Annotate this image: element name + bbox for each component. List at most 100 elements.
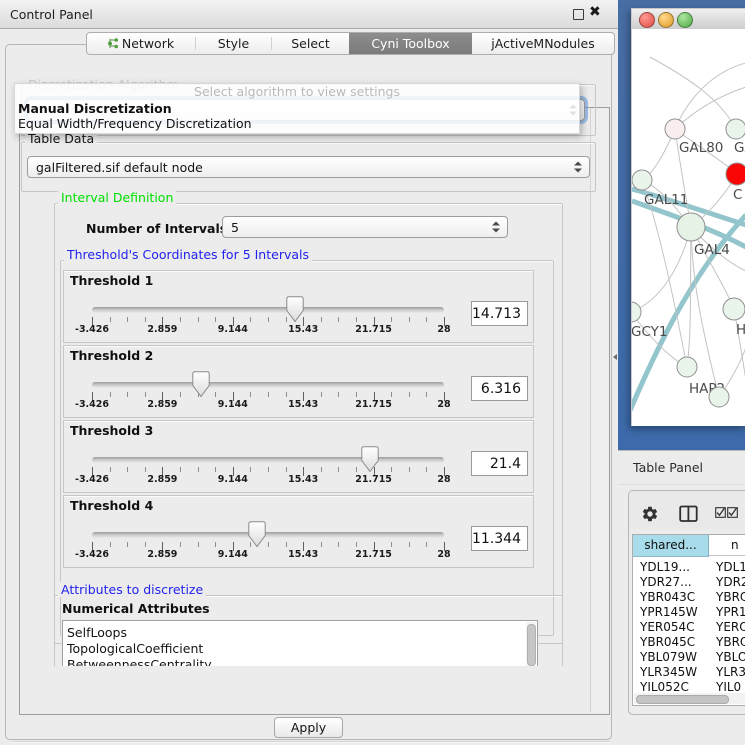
spinner-arrows-icon[interactable] (492, 221, 500, 234)
table-cell: YDL19... (640, 560, 690, 575)
threshold-panel: Threshold 4-3.4262.8599.14415.4321.71528… (63, 495, 534, 568)
table-cell: YER054C (640, 620, 695, 635)
slider-tick (145, 542, 146, 547)
algorithm-dropdown-popup[interactable]: Select algorithm to view settings Manual… (14, 83, 580, 134)
number-of-intervals-spinner[interactable]: 5 (222, 216, 508, 238)
slider-tick (145, 392, 146, 397)
threshold-panel: Threshold 3-3.4262.8599.14415.4321.71528… (63, 420, 534, 493)
close-icon[interactable]: ✖ (589, 5, 601, 19)
graph-node[interactable] (665, 119, 685, 139)
threshold-slider-track[interactable] (92, 307, 444, 313)
graph-node[interactable] (726, 119, 745, 139)
table-row[interactable]: YPR145WYPR1 (633, 605, 745, 620)
list-item[interactable]: BetweennessCentrality (67, 657, 212, 666)
tab-cyni-toolbox[interactable]: Cyni Toolbox (349, 33, 472, 54)
network-view-window[interactable]: GAL80GACGAL11GAL4GCY1HHAP2 (631, 8, 745, 426)
table-data-combobox[interactable]: galFiltered.sif default node (27, 156, 590, 178)
threshold-slider-track[interactable] (92, 457, 444, 463)
column-header-name[interactable]: n (709, 535, 745, 556)
threshold-slider-thumb[interactable] (361, 446, 379, 474)
slider-tick (215, 317, 216, 322)
checkbox-icon[interactable] (715, 507, 726, 521)
control-panel-tabs[interactable]: Network Style Select Cyni ToolboxjActiveMNo… (86, 32, 615, 55)
columns-icon[interactable] (679, 505, 698, 526)
table-row[interactable]: YBL079WYBLO (633, 650, 745, 665)
dropdown-option-manual-discretization[interactable]: Manual Discretization (15, 101, 579, 117)
slider-tick-label: 2.859 (127, 549, 197, 560)
table-cell: YPR145W (640, 605, 698, 620)
numerical-attributes-list[interactable]: SelfLoopsTopologicalCoefficientBetweenne… (62, 620, 538, 666)
slider-tick-label: 21.715 (339, 324, 409, 335)
threshold-value-field[interactable]: 11.344 (471, 526, 528, 551)
slider-tick (391, 542, 392, 547)
slider-tick (127, 467, 128, 472)
table-row[interactable]: YDL19...YDL1 (633, 560, 745, 575)
table-row[interactable]: YBR043CYBRO (633, 590, 745, 605)
table-row[interactable]: YER054CYERO (633, 620, 745, 635)
node-table[interactable]: shared... n YDL19...YDL1YDR27...YDR2YBR0… (632, 534, 745, 706)
tab-network[interactable]: Network (87, 33, 195, 54)
threshold-value-field[interactable]: 6.316 (471, 376, 528, 401)
table-cell: YLR3 (716, 665, 745, 680)
zoom-button[interactable] (677, 12, 693, 28)
table-cell: YBR045C (640, 635, 695, 650)
list-item[interactable]: TopologicalCoefficient (67, 641, 203, 656)
column-header-shared-name[interactable]: shared... (633, 535, 709, 557)
table-row[interactable]: YBR045CYBRO (633, 635, 745, 650)
slider-tick (286, 392, 287, 397)
slider-tick-label: -3.426 (57, 474, 127, 485)
threshold-label: Threshold 2 (70, 348, 153, 363)
threshold-value-field[interactable]: 21.4 (471, 451, 528, 476)
slider-tick (250, 392, 251, 397)
slider-tick-label: 21.715 (339, 474, 409, 485)
maximize-icon[interactable] (573, 9, 584, 20)
close-button[interactable] (639, 12, 655, 28)
graph-node-label: H (736, 322, 745, 338)
threshold-slider-thumb[interactable] (248, 521, 266, 549)
threshold-value-field[interactable]: 14.713 (471, 301, 528, 326)
gear-icon[interactable] (641, 505, 659, 526)
panel-divider-line-highlight (12, 742, 610, 743)
graph-node[interactable] (723, 298, 745, 320)
slider-tick (180, 317, 181, 322)
slider-tick-label: 2.859 (127, 474, 197, 485)
tab-label: Network (122, 36, 174, 51)
tab-select[interactable]: Select (272, 33, 349, 54)
graph-node[interactable] (632, 302, 641, 322)
table-row[interactable]: YDR27...YDR2 (633, 575, 745, 590)
table-row[interactable]: YLR345WYLR3 (633, 665, 745, 680)
checkbox-icon[interactable] (727, 507, 738, 521)
split-divider-collapse-icon[interactable] (613, 354, 617, 360)
attribute-list-scrollbar[interactable] (526, 622, 536, 666)
slider-tick (391, 317, 392, 322)
slider-tick (110, 467, 111, 472)
tab-jactivemnodules[interactable]: jActiveMNodules (472, 33, 614, 54)
dropdown-prompt-item[interactable]: Select algorithm to view settings (15, 84, 579, 100)
table-row[interactable]: YIL052CYIL0 (633, 680, 745, 695)
graph-node-label: GCY1 (632, 324, 668, 340)
graph-node[interactable] (632, 170, 652, 190)
graph-node[interactable] (726, 163, 745, 185)
slider-tick (409, 542, 410, 547)
network-canvas[interactable]: GAL80GACGAL11GAL4GCY1HHAP2 (632, 29, 745, 421)
apply-button[interactable]: Apply (274, 717, 343, 738)
minimize-button[interactable] (658, 12, 674, 28)
table-cell: YBR043C (640, 590, 695, 605)
threshold-slider-track[interactable] (92, 382, 444, 388)
threshold-slider-thumb[interactable] (286, 296, 304, 324)
number-of-intervals-value: 5 (231, 217, 239, 237)
graph-node[interactable] (709, 387, 729, 407)
threshold-slider-track[interactable] (92, 532, 444, 538)
threshold-slider-thumb[interactable] (192, 371, 210, 399)
graph-node[interactable] (677, 357, 697, 377)
slider-tick (180, 467, 181, 472)
tab-label: Select (291, 36, 330, 51)
tab-style[interactable]: Style (196, 33, 271, 54)
graph-node[interactable] (677, 213, 705, 241)
combobox-arrows-icon[interactable] (574, 161, 582, 174)
slider-tick (321, 317, 322, 322)
slider-tick (356, 392, 357, 397)
slider-tick (409, 467, 410, 472)
list-item[interactable]: SelfLoops (67, 625, 127, 640)
dropdown-option-equal-width-frequency[interactable]: Equal Width/Frequency Discretization (15, 116, 579, 132)
